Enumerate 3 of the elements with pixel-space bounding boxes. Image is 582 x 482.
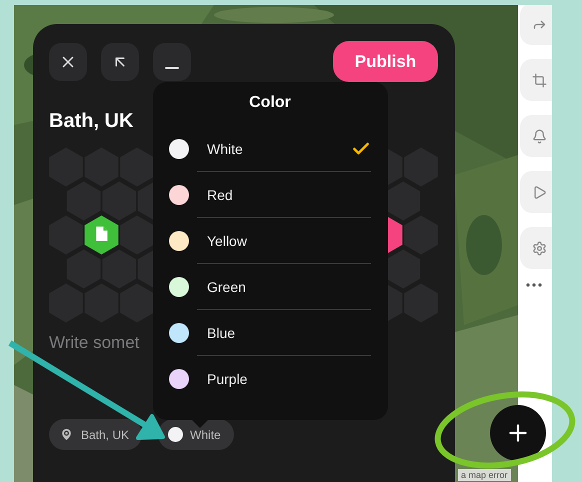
panel-title: Bath, UK	[49, 110, 134, 133]
menu-title: Color	[248, 94, 292, 112]
map-attribution: a map error	[458, 469, 511, 481]
